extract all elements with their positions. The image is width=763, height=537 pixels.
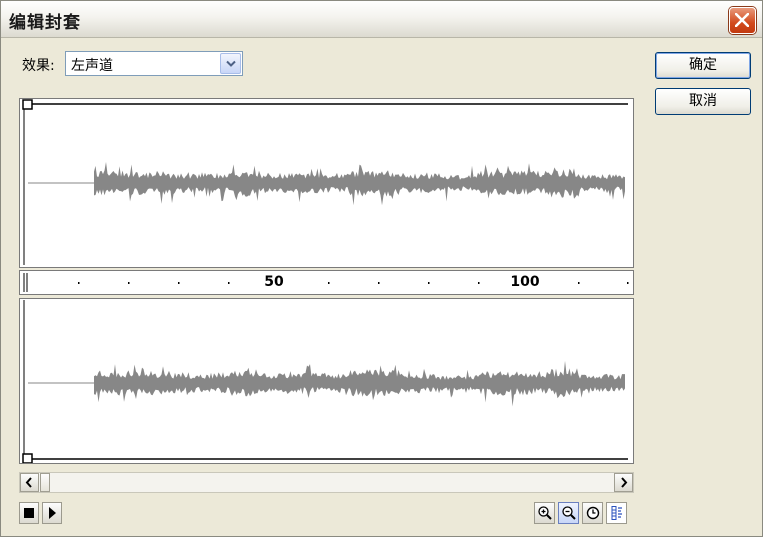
ruler-tick [78,282,80,284]
frame-units-button[interactable] [606,502,627,524]
frames-icon [611,506,622,520]
effect-label: 效果: [22,58,55,74]
effect-dropdown[interactable]: 左声道 [65,51,243,76]
ruler-ticks [23,273,629,292]
ruler-tick [627,282,629,284]
scroll-left-button[interactable] [20,473,39,492]
ok-button[interactable]: 确定 [655,52,751,79]
ruler-tick [178,282,180,284]
time-units-button[interactable] [582,502,603,524]
title-bar[interactable]: 编辑封套 [1,1,762,38]
chevron-right-icon [621,477,628,488]
timeline-ruler[interactable]: 50 100 [19,270,634,295]
close-button[interactable] [729,7,756,34]
ruler-label-100: 100 [510,274,540,290]
ruler-tick [378,282,380,284]
ruler-tick [478,282,480,284]
scroll-right-button[interactable] [614,473,633,492]
envelope-handle[interactable] [22,99,33,110]
zoom-out-button[interactable] [558,502,579,524]
ruler-tick [128,282,130,284]
left-channel-waveform [22,99,628,265]
chevron-left-icon [25,477,32,488]
cancel-button[interactable]: 取消 [655,88,751,115]
horizontal-scrollbar[interactable] [19,472,634,493]
stop-icon [24,508,34,518]
effect-selected-value: 左声道 [71,58,113,74]
zoom-in-button[interactable] [534,502,555,524]
window-title: 编辑封套 [9,13,81,33]
effect-dropdown-button[interactable] [220,53,241,74]
ruler-tick [228,282,230,284]
play-button[interactable] [42,502,62,524]
stop-button[interactable] [19,502,39,524]
envelope-handle[interactable] [22,453,33,463]
clock-icon [586,506,600,520]
right-channel-waveform [22,300,628,463]
close-icon [735,13,749,27]
ruler-tick [578,282,580,284]
chevron-down-icon [226,60,236,67]
ruler-label-50: 50 [264,274,284,290]
zoom-out-icon [562,506,576,520]
edit-envelope-dialog: 编辑封套 效果: 左声道 确定 取消 50 100 [0,0,763,537]
left-channel-waveform-panel[interactable] [19,98,634,268]
ruler-tick [428,282,430,284]
play-icon [49,507,56,519]
scroll-thumb[interactable] [40,473,50,492]
zoom-in-icon [538,506,552,520]
ruler-tick [328,282,330,284]
right-channel-waveform-panel[interactable] [19,298,634,464]
